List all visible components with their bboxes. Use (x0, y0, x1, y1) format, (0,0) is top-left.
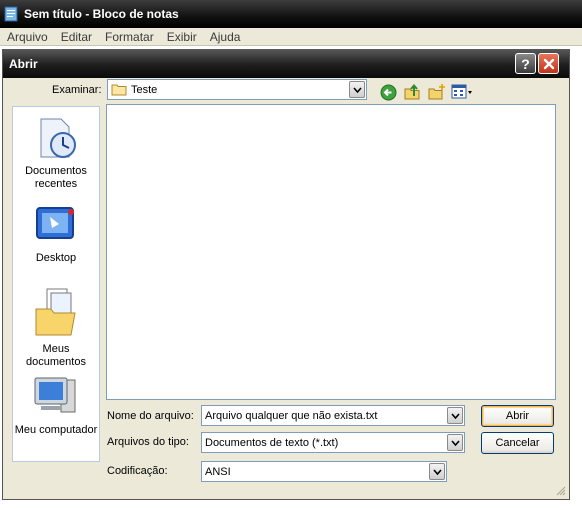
my-computer-icon (34, 377, 76, 413)
notepad-title-bar: Sem título - Bloco de notas (0, 0, 582, 28)
encoding-select[interactable]: ANSI (201, 461, 447, 482)
place-my-documents[interactable]: Meus documentos (13, 285, 99, 369)
notepad-app-icon (4, 6, 18, 22)
menu-ajuda[interactable]: Ajuda (203, 30, 247, 44)
filename-label: Nome do arquivo: (107, 410, 194, 422)
back-icon[interactable] (380, 84, 397, 101)
chevron-down-icon (352, 86, 362, 93)
folder-icon (111, 84, 127, 96)
encoding-value: ANSI (205, 465, 231, 478)
menu-editar[interactable]: Editar (54, 30, 98, 44)
recent-documents-icon (40, 118, 76, 158)
look-in-select[interactable]: Teste (107, 79, 367, 100)
look-in-dropdown-button[interactable] (349, 81, 365, 98)
help-icon: ? (521, 55, 530, 72)
dialog-title: Abrir (9, 56, 38, 71)
place-label: Meu computador (14, 424, 98, 436)
filetype-value: Documentos de texto (*.txt) (205, 436, 339, 449)
notepad-title: Sem título - Bloco de notas (24, 7, 179, 21)
place-recent-documents[interactable]: Documentos recentes (13, 115, 99, 191)
open-button[interactable]: Abrir (481, 405, 554, 427)
desktop-icon (36, 207, 74, 239)
dialog-title-bar: Abrir ? (3, 49, 569, 78)
place-label: Meus documentos (26, 343, 86, 368)
up-folder-icon[interactable] (404, 83, 422, 101)
look-in-label: Examinar: (52, 84, 102, 96)
open-dialog: Abrir ? Examinar: Teste Documentos recen… (2, 49, 570, 500)
place-label: Documentos recentes (25, 165, 87, 190)
filename-input[interactable]: Arquivo qualquer que não exista.txt (201, 405, 465, 426)
help-button[interactable]: ? (515, 53, 536, 74)
views-menu-icon[interactable] (451, 84, 475, 100)
look-in-value: Teste (131, 83, 158, 96)
filetype-label: Arquivos do tipo: (107, 436, 189, 448)
filetype-dropdown-button[interactable] (447, 434, 463, 451)
filetype-select[interactable]: Documentos de texto (*.txt) (201, 432, 465, 453)
notepad-menu-bar: Arquivo Editar Formatar Exibir Ajuda (0, 28, 582, 46)
place-my-computer[interactable]: Meu computador (13, 374, 99, 437)
my-documents-icon (35, 288, 76, 336)
place-desktop[interactable]: Desktop (13, 202, 99, 265)
chevron-down-icon (450, 412, 460, 419)
encoding-dropdown-button[interactable] (429, 463, 445, 480)
close-button[interactable] (538, 53, 559, 74)
filename-dropdown-button[interactable] (447, 407, 463, 424)
chevron-down-icon (450, 439, 460, 446)
file-list[interactable] (106, 104, 556, 400)
places-bar: Documentos recentes Desktop Meus documen… (12, 106, 100, 462)
menu-formatar[interactable]: Formatar (98, 30, 160, 44)
chevron-down-icon (432, 468, 442, 475)
menu-exibir[interactable]: Exibir (160, 30, 203, 44)
new-folder-icon[interactable] (428, 83, 446, 101)
filename-value: Arquivo qualquer que não exista.txt (205, 409, 378, 422)
resize-grip-icon[interactable] (556, 486, 566, 496)
menu-arquivo[interactable]: Arquivo (0, 30, 54, 44)
cancel-button[interactable]: Cancelar (481, 432, 554, 454)
close-icon (543, 58, 554, 69)
encoding-label: Codificação: (107, 465, 168, 477)
place-label: Desktop (35, 252, 77, 264)
